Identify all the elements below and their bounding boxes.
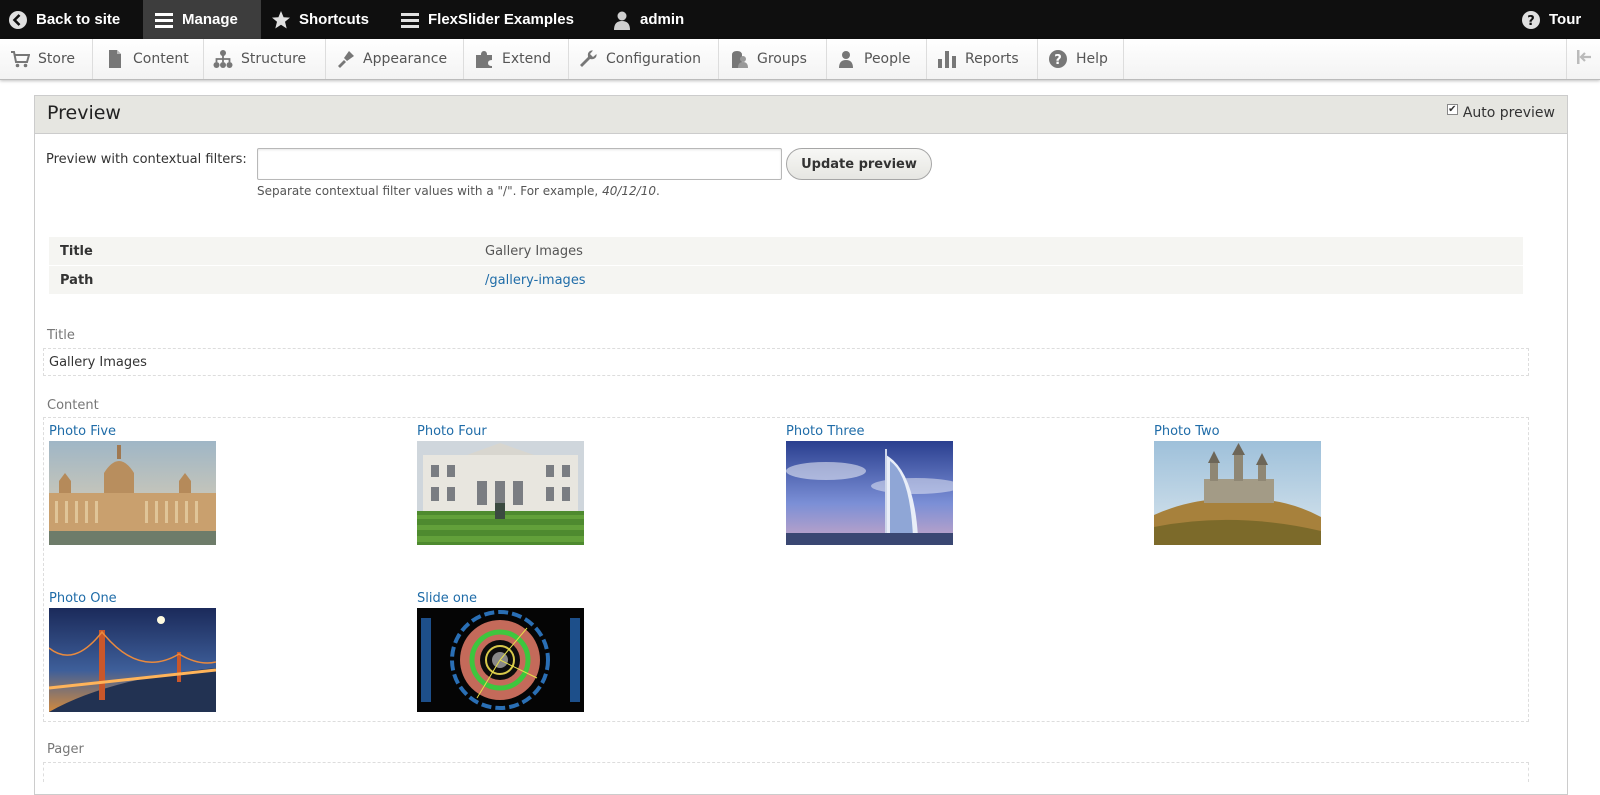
burj-al-arab-image[interactable] bbox=[786, 441, 953, 545]
tray-item-reports[interactable]: Reports bbox=[927, 39, 1038, 79]
back-arrow-icon bbox=[8, 10, 28, 30]
svg-text:?: ? bbox=[1054, 53, 1062, 68]
tray-item-help[interactable]: ? Help bbox=[1038, 39, 1124, 79]
pager-section-label: Pager bbox=[47, 742, 84, 757]
tray-item-store[interactable]: Store bbox=[0, 39, 93, 79]
table-row: Title Gallery Images bbox=[49, 237, 1523, 266]
contextual-filters-label: Preview with contextual filters: bbox=[46, 152, 247, 167]
info-value: /gallery-images bbox=[485, 273, 586, 288]
tray-item-label: Content bbox=[133, 51, 189, 67]
wrench-icon bbox=[578, 49, 598, 69]
info-key: Title bbox=[60, 243, 93, 259]
gallery-item-photo-one[interactable]: Photo One bbox=[49, 590, 216, 712]
photo-caption-link[interactable]: Photo Two bbox=[1154, 423, 1321, 440]
title-field-value: Gallery Images bbox=[49, 355, 147, 370]
people-icon bbox=[836, 49, 856, 69]
gallery-item-slide-one[interactable]: Slide one bbox=[417, 590, 584, 712]
particle-detector-image[interactable] bbox=[417, 608, 584, 712]
tray-item-content[interactable]: Content bbox=[93, 39, 204, 79]
svg-text:?: ? bbox=[1527, 14, 1535, 29]
gallery-item-photo-five[interactable]: Photo Five bbox=[49, 423, 216, 545]
admin-toolbar: Back to site Manage Shortcuts FlexSlider… bbox=[0, 0, 1600, 39]
tray-item-extend[interactable]: Extend bbox=[464, 39, 569, 79]
description-suffix: . bbox=[655, 184, 660, 198]
tray-item-label: Groups bbox=[757, 51, 807, 67]
tray-item-label: Configuration bbox=[606, 51, 701, 67]
help-icon: ? bbox=[1048, 49, 1068, 69]
admin-tray: Store Content Structure Appearance Exten… bbox=[0, 39, 1600, 80]
flexslider-label: FlexSlider Examples bbox=[428, 11, 574, 28]
help-icon: ? bbox=[1521, 10, 1541, 30]
path-link[interactable]: /gallery-images bbox=[485, 273, 586, 288]
cart-icon bbox=[10, 49, 31, 69]
description-text: Separate contextual filter values with a… bbox=[257, 184, 603, 198]
shortcuts-label: Shortcuts bbox=[299, 11, 370, 28]
groups-icon bbox=[729, 49, 749, 69]
tray-item-label: Structure bbox=[241, 51, 307, 67]
bar-chart-icon bbox=[937, 49, 957, 69]
table-row: Path /gallery-images bbox=[49, 266, 1523, 295]
gallery-item-photo-four[interactable]: Photo Four bbox=[417, 423, 584, 545]
parliament-building-image[interactable] bbox=[49, 441, 216, 545]
user-icon bbox=[612, 10, 632, 30]
tray-item-label: People bbox=[864, 51, 911, 67]
tray-item-label: Store bbox=[38, 51, 76, 67]
shortcuts-tab[interactable]: Shortcuts bbox=[271, 0, 369, 39]
preview-panel: Preview ✔ Auto preview Preview with cont… bbox=[34, 95, 1568, 795]
back-to-site-label: Back to site bbox=[36, 11, 121, 28]
tray-item-structure[interactable]: Structure bbox=[204, 39, 326, 79]
photo-caption-link[interactable]: Photo Three bbox=[786, 423, 953, 440]
photo-caption-link[interactable]: Photo Four bbox=[417, 423, 584, 440]
auto-preview-label: Auto preview bbox=[1462, 105, 1555, 121]
photo-caption-link[interactable]: Slide one bbox=[417, 590, 584, 607]
info-key: Path bbox=[60, 272, 94, 288]
pager-field-box bbox=[43, 762, 1529, 782]
preview-header: Preview ✔ Auto preview bbox=[35, 96, 1567, 134]
star-icon bbox=[271, 10, 291, 30]
title-field-box: Gallery Images bbox=[43, 348, 1529, 376]
tray-item-label: Extend bbox=[502, 51, 551, 67]
sitemap-icon bbox=[213, 49, 233, 69]
tray-item-label: Appearance bbox=[363, 51, 448, 67]
flexslider-tab[interactable]: FlexSlider Examples bbox=[400, 0, 574, 39]
tray-item-label: Reports bbox=[965, 51, 1019, 67]
description-example: 40/12/10 bbox=[602, 184, 656, 198]
update-preview-button[interactable]: Update preview bbox=[786, 148, 932, 180]
brush-icon bbox=[335, 49, 355, 69]
photo-caption-link[interactable]: Photo Five bbox=[49, 423, 216, 440]
content-section-label: Content bbox=[47, 398, 99, 413]
tray-item-people[interactable]: People bbox=[827, 39, 927, 79]
view-info-table: Title Gallery Images Path /gallery-image… bbox=[49, 237, 1523, 295]
gallery-item-photo-two[interactable]: Photo Two bbox=[1154, 423, 1321, 545]
user-tab[interactable]: admin bbox=[612, 0, 684, 39]
hilltop-castle-image[interactable] bbox=[1154, 441, 1321, 545]
gallery-item-photo-three[interactable]: Photo Three bbox=[786, 423, 953, 545]
preview-title: Preview bbox=[47, 102, 121, 124]
document-icon bbox=[105, 49, 125, 69]
golden-gate-bridge-image[interactable] bbox=[49, 608, 216, 712]
contextual-filters-input[interactable] bbox=[257, 148, 782, 180]
menu-icon bbox=[400, 10, 420, 30]
contextual-filters-description: Separate contextual filter values with a… bbox=[257, 184, 660, 198]
tray-item-appearance[interactable]: Appearance bbox=[326, 39, 464, 79]
info-value: Gallery Images bbox=[485, 243, 583, 259]
title-section-label: Title bbox=[47, 328, 75, 343]
collapse-left-icon bbox=[1574, 47, 1594, 71]
photo-caption-link[interactable]: Photo One bbox=[49, 590, 216, 607]
menu-icon bbox=[154, 10, 174, 30]
tour-label: Tour bbox=[1549, 11, 1582, 28]
manage-label: Manage bbox=[182, 11, 238, 28]
manage-tab[interactable]: Manage bbox=[143, 0, 261, 39]
tray-item-groups[interactable]: Groups bbox=[719, 39, 827, 79]
back-to-site-link[interactable]: Back to site bbox=[8, 0, 130, 39]
puzzle-icon bbox=[474, 49, 494, 69]
tray-orientation-toggle[interactable] bbox=[1566, 39, 1600, 79]
college-building-image[interactable] bbox=[417, 441, 584, 545]
tour-button[interactable]: ? Tour bbox=[1521, 0, 1581, 39]
user-label: admin bbox=[640, 11, 685, 28]
auto-preview-toggle[interactable]: ✔ Auto preview bbox=[1446, 103, 1555, 121]
auto-preview-checkbox[interactable]: ✔ bbox=[1446, 103, 1458, 115]
tray-item-label: Help bbox=[1076, 51, 1108, 67]
tray-item-configuration[interactable]: Configuration bbox=[569, 39, 719, 79]
